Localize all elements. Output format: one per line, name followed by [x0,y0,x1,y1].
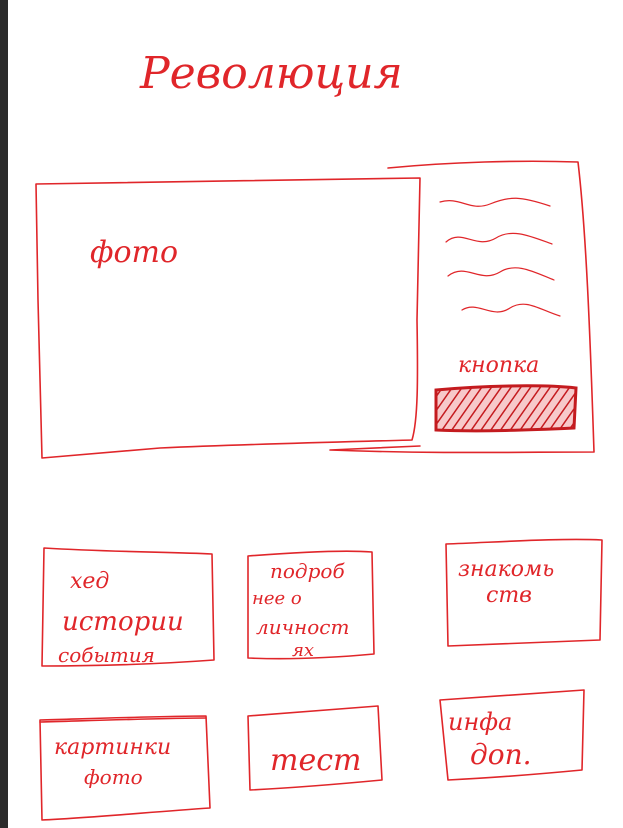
card-pictures[interactable]: картинки фото [39,715,211,821]
card-text: фото [84,765,143,789]
wireframe-sketch: Революция фото кнопка хед истории событи… [35,48,603,821]
card-history[interactable]: хед истории события [41,547,215,667]
card-text: знакомь [458,557,554,582]
card-text: хед [70,569,109,594]
text-line-1 [439,197,551,207]
cta-button[interactable] [434,384,578,433]
card-text: события [58,643,155,667]
card-text: картинки [54,735,171,760]
card-text: доп. [470,738,532,771]
text-line-4 [461,303,561,317]
card-text: истории [62,607,184,637]
page-title: Революция [139,48,403,99]
card-text: тест [270,743,361,778]
card-text: инфа [448,708,512,736]
card-text: ях [292,640,314,661]
photo-label: фото [90,235,178,270]
card-persons[interactable]: подроб нее о личност ях [247,550,375,661]
card-text: личност [256,615,349,639]
card-test[interactable]: тест [247,705,383,791]
card-extra-info[interactable]: инфа доп. [439,689,585,781]
card-text: нее о [252,588,302,609]
card-text: ств [486,583,532,608]
card-text: подроб [270,559,345,583]
hero-photo-box [35,177,421,459]
button-label: кнопка [458,353,539,378]
text-line-2 [445,232,553,245]
text-line-3 [447,267,555,281]
card-acquaintance[interactable]: знакомь ств [445,538,603,647]
